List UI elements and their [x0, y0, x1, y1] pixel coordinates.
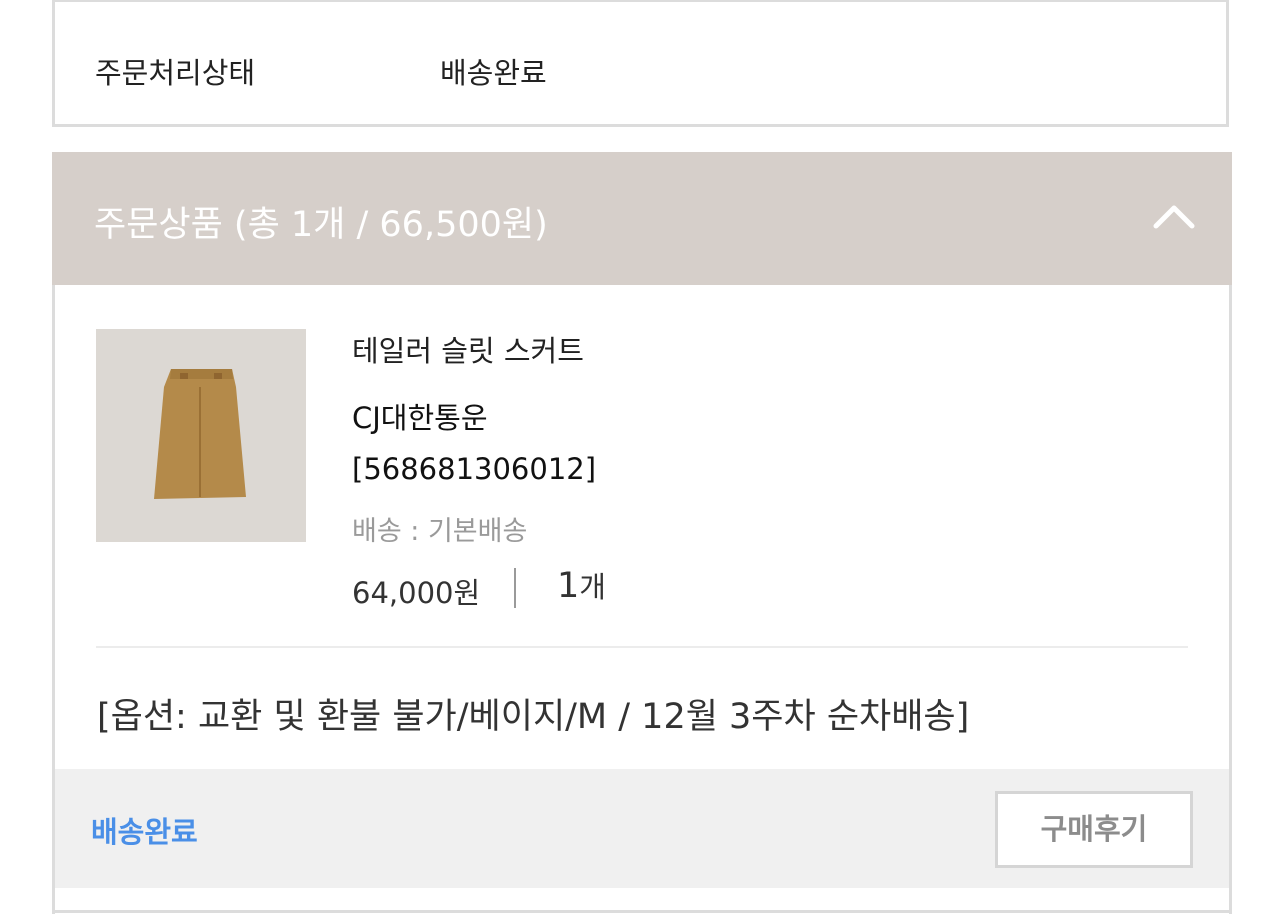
quantity-number: 1 — [557, 566, 580, 606]
order-products-title: 주문상품 (총 1개 / 66,500원) — [94, 205, 548, 245]
order-products-header[interactable]: 주문상품 (총 1개 / 66,500원) — [52, 152, 1232, 285]
product-option: [옵션: 교환 및 환불 불가/베이지/M / 12월 3주차 순차배송] — [97, 697, 970, 737]
order-status-label: 주문처리상태 — [95, 56, 256, 90]
chevron-up-icon[interactable] — [1152, 200, 1196, 230]
product-footer: 배송완료 구매후기 — [55, 769, 1229, 888]
write-review-button[interactable]: 구매후기 — [995, 791, 1193, 868]
section-bottom-border — [55, 910, 1229, 913]
shipping-method: 배송 : 기본배송 — [352, 516, 528, 547]
product-name[interactable]: 테일러 슬릿 스커트 — [352, 328, 584, 370]
tracking-number[interactable]: [568681306012] — [352, 452, 596, 486]
order-status-value: 배송완료 — [440, 56, 547, 90]
quantity-unit: 개 — [579, 570, 606, 604]
delivery-status: 배송완료 — [91, 815, 198, 849]
order-status-box: 주문처리상태 배송완료 — [52, 0, 1229, 127]
price-quantity-divider — [514, 568, 516, 608]
product-thumbnail[interactable] — [96, 329, 306, 542]
product-quantity: 1개 — [557, 564, 606, 606]
delivery-carrier: CJ대한통운 — [352, 401, 488, 435]
order-products-section: 주문상품 (총 1개 / 66,500원) 테일러 슬릿 스커트 CJ대한통운 … — [52, 152, 1232, 914]
product-divider — [96, 646, 1188, 648]
skirt-thumbnail — [96, 329, 306, 542]
product-price: 64,000원 — [352, 576, 481, 610]
